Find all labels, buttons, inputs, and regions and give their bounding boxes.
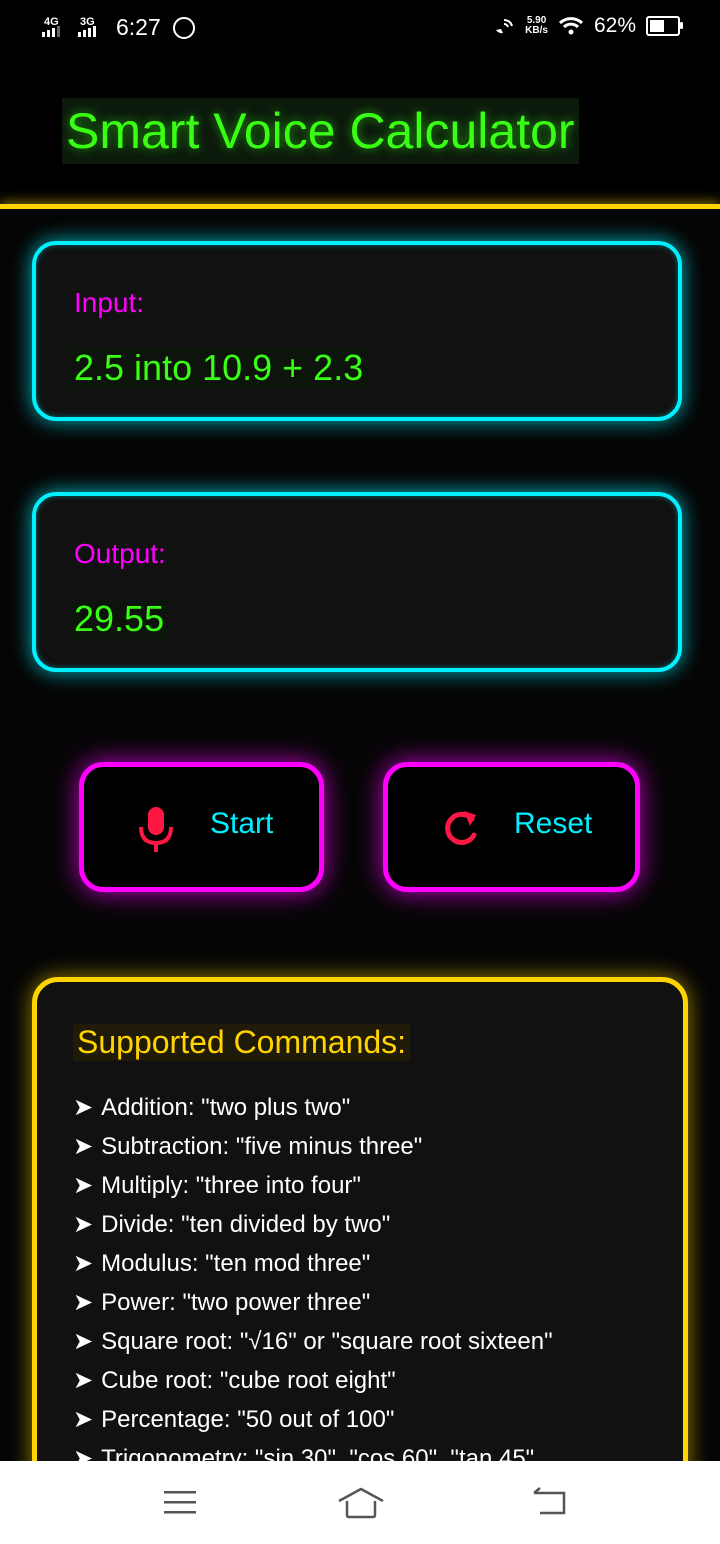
battery-fill [650,20,664,32]
arrow-icon: ➤ [73,1133,94,1160]
commands-list: ➤ Addition: "two plus two" ➤ Subtraction: … [73,1088,553,1461]
arrow-icon: ➤ [73,1406,94,1433]
input-label: Input: [74,287,145,318]
status-left: 4G 3G 6:27 [42,14,195,41]
output-value: 29.55 [70,598,169,640]
start-button[interactable]: Start [79,762,324,892]
input-value: 2.5 into 10.9 + 2.3 [70,347,368,389]
list-item: ➤ Modulus: "ten mod three" [73,1244,553,1283]
status-right: 5.90 KB/s 62% [493,14,683,38]
command-text: Multiply: "three into four" [101,1172,361,1199]
main-content[interactable]: Input: 2.5 into 10.9 + 2.3 Output: 29.55… [0,209,720,1461]
home-icon[interactable] [337,1487,385,1519]
command-text: Power: "two power three" [101,1289,371,1316]
clock: 6:27 [116,14,161,40]
page-title: Smart Voice Calculator [62,98,579,164]
wifi-call-icon [496,19,514,34]
supported-commands-card: Supported Commands: ➤ Addition: "two plus… [32,977,688,1461]
status-bar: 4G 3G 6:27 5.90 KB/s 62% [0,0,720,58]
arrow-icon: ➤ [73,1094,94,1121]
arrow-icon: ➤ [73,1367,94,1394]
list-item: ➤ Power: "two power three" [73,1283,553,1322]
list-item: ➤ Subtraction: "five minus three" [73,1127,553,1166]
menu-icon[interactable] [162,1487,198,1517]
signal-4g-icon: 4G [42,16,72,40]
command-text: Addition: "two plus two" [101,1094,351,1121]
list-item: ➤ Addition: "two plus two" [73,1088,553,1127]
arrow-icon: ➤ [73,1445,94,1461]
output-card: Output: 29.55 [32,492,682,672]
command-text: Percentage: "50 out of 100" [101,1406,395,1433]
back-icon[interactable] [530,1487,568,1517]
app-header: Smart Voice Calculator [0,58,720,204]
network-speed: 5.90 KB/s [525,16,548,36]
battery-icon [646,16,683,36]
output-label: Output: [74,538,166,569]
reset-button[interactable]: Reset [383,762,640,892]
list-item: ➤ Divide: "ten divided by two" [73,1205,553,1244]
list-item: ➤ Cube root: "cube root eight" [73,1361,553,1400]
command-text: Subtraction: "five minus three" [101,1133,423,1160]
battery-percent: 62% [593,14,636,37]
list-item: ➤ Square root: "√16" or "square root sixt… [73,1322,553,1361]
arrow-icon: ➤ [73,1250,94,1277]
list-item: ➤ Multiply: "three into four" [73,1166,553,1205]
list-item: ➤ Percentage: "50 out of 100" [73,1400,553,1439]
speed-unit: KB/s [525,25,548,36]
command-text: Square root: "√16" or "square root sixte… [101,1328,553,1355]
command-text: Divide: "ten divided by two" [101,1211,391,1238]
command-text: Trigonometry: "sin 30", "cos 60", "tan 4… [101,1445,535,1461]
microphone-icon [139,807,173,852]
signal-3g-icon: 3G [78,16,108,40]
arrow-icon: ➤ [73,1328,94,1355]
commands-heading: Supported Commands: [73,1024,411,1061]
arrow-icon: ➤ [73,1289,94,1316]
wifi-icon [558,17,583,35]
start-label: Start [210,807,274,840]
system-nav-bar [0,1461,720,1544]
command-text: Cube root: "cube root eight" [101,1367,396,1394]
reset-label: Reset [514,807,593,840]
list-item: ➤ Trigonometry: "sin 30", "cos 60", "tan … [73,1439,553,1461]
command-text: Modulus: "ten mod three" [101,1250,371,1277]
refresh-icon [445,811,477,845]
arrow-icon: ➤ [73,1211,94,1238]
arrow-icon: ➤ [73,1172,94,1199]
whatsapp-icon [172,16,195,39]
input-card: Input: 2.5 into 10.9 + 2.3 [32,241,682,421]
